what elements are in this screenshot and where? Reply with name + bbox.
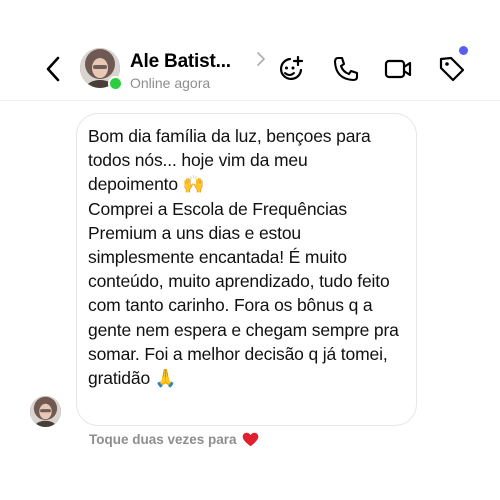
message-text: Bom dia família da luz, bençoes para tod… — [88, 126, 399, 389]
chat-screen: Ale Batist... Online agora Bom dia famíl… — [0, 0, 500, 500]
hint-text: Toque duas vezes para — [89, 432, 237, 447]
tag-button[interactable] — [437, 54, 467, 84]
contact-name[interactable]: Ale Batist... — [130, 51, 231, 73]
video-call-button[interactable] — [383, 54, 413, 84]
sticker-effects-icon — [279, 55, 304, 81]
contact-status: Online agora — [130, 75, 211, 91]
sender-avatar[interactable] — [30, 396, 61, 427]
notification-dot — [459, 46, 468, 55]
heart-icon — [242, 432, 258, 447]
online-status-dot — [108, 76, 123, 91]
chevron-left-icon — [46, 56, 60, 82]
effects-button[interactable] — [276, 54, 306, 84]
back-button[interactable] — [38, 52, 68, 86]
message-bubble[interactable]: Bom dia família da luz, bençoes para tod… — [76, 113, 417, 426]
video-camera-icon — [384, 59, 412, 79]
chat-header: Ale Batist... Online agora — [0, 0, 500, 101]
phone-icon — [333, 56, 359, 82]
tag-icon — [439, 56, 465, 82]
chevron-right-icon[interactable] — [255, 50, 267, 68]
call-button[interactable] — [331, 54, 361, 84]
double-tap-hint: Toque duas vezes para — [89, 432, 259, 447]
